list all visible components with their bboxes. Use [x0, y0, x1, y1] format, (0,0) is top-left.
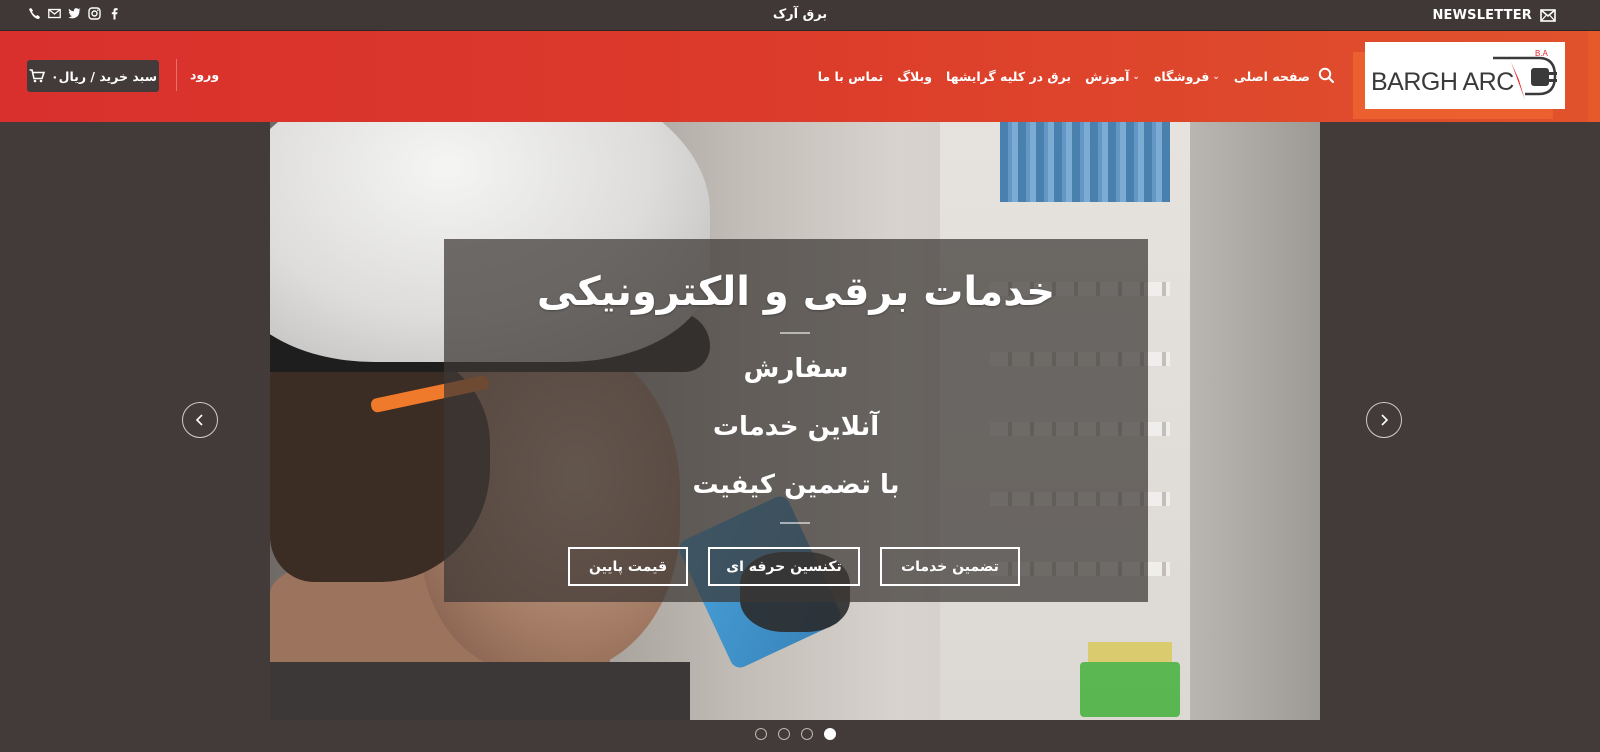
nav-label: فروشگاه: [1153, 69, 1210, 84]
slider-dot-active[interactable]: [824, 728, 836, 740]
top-bar: NEWSLETTER برق آرک: [0, 0, 1600, 31]
hero-title: خدمات برقی و الکترونیکی: [536, 269, 1056, 315]
chevron-right-icon: [1381, 414, 1389, 426]
hero-line-2: آنلاین خدمات: [712, 412, 880, 442]
nav-label: صفحه اصلی: [1233, 69, 1310, 84]
main-header: BARGH ARC B.A صفحه اصلی فروشگاه ⌄ آموزش …: [0, 31, 1600, 122]
terminal-block: [1080, 662, 1180, 717]
twitter-icon[interactable]: [68, 7, 81, 20]
facebook-icon[interactable]: [108, 7, 121, 20]
nav-blog[interactable]: وبلاگ: [897, 69, 932, 84]
hero-separator: [780, 332, 810, 334]
slider-next-button[interactable]: [1366, 402, 1402, 438]
instagram-icon[interactable]: [88, 7, 101, 20]
header-divider: [176, 59, 177, 91]
site-logo[interactable]: BARGH ARC B.A: [1365, 42, 1565, 109]
guarantee-button[interactable]: تضمین خدمات: [880, 547, 1020, 586]
nav-home[interactable]: صفحه اصلی: [1234, 69, 1310, 84]
cart-button[interactable]: سبد خرید / ریال۰: [27, 60, 159, 92]
nav-contact[interactable]: تماس با ما: [818, 69, 884, 84]
main-nav: صفحه اصلی فروشگاه ⌄ آموزش ⌄ برق در کلیه …: [818, 31, 1310, 122]
low-price-button[interactable]: قیمت پایین: [568, 547, 688, 586]
slider-dot[interactable]: [801, 728, 813, 740]
nav-education[interactable]: آموزش ⌄: [1085, 69, 1140, 84]
slider-dots: [755, 728, 836, 740]
cart-icon: [29, 69, 45, 83]
wall: [1190, 122, 1320, 720]
slider-prev-button[interactable]: [182, 402, 218, 438]
plug-logo-icon: B.A: [1493, 50, 1557, 100]
email-icon[interactable]: [48, 7, 61, 20]
header-edge: [1588, 31, 1600, 122]
newsletter-label: NEWSLETTER: [1432, 7, 1532, 23]
phone-icon[interactable]: [28, 7, 41, 20]
nav-label: آموزش: [1085, 69, 1130, 84]
newsletter-link[interactable]: NEWSLETTER: [1432, 6, 1556, 24]
login-link[interactable]: ورود: [190, 67, 219, 82]
hero-separator: [780, 522, 810, 524]
shirt: [270, 662, 690, 720]
chevron-left-icon: [195, 414, 203, 426]
logo-badge: B.A: [1535, 50, 1549, 58]
nav-all-fields[interactable]: برق در کلیه گرایشها: [946, 69, 1071, 84]
envelope-icon: [1540, 8, 1556, 22]
nav-label: وبلاگ: [897, 69, 933, 84]
chevron-down-icon: ⌄: [1212, 71, 1220, 82]
hero-line-3: با تضمین کیفیت: [692, 470, 900, 500]
chevron-down-icon: ⌄: [1132, 71, 1140, 82]
nav-shop[interactable]: فروشگاه ⌄: [1154, 69, 1220, 84]
search-icon[interactable]: [1318, 67, 1334, 83]
hero-buttons: تضمین خدمات تکنسین حرفه ای قیمت پایین: [568, 547, 1020, 586]
slider-dot[interactable]: [778, 728, 790, 740]
cart-label: سبد خرید / ریال۰: [50, 68, 157, 84]
site-name[interactable]: برق آرک: [750, 7, 850, 22]
wires: [1000, 122, 1170, 202]
nav-label: تماس با ما: [817, 69, 884, 84]
slider-dot[interactable]: [755, 728, 767, 740]
technician-button[interactable]: تکنسین حرفه ای: [708, 547, 860, 586]
social-links: [28, 7, 121, 20]
terminal-block: [1088, 642, 1172, 662]
hero-line-1: سفارش: [743, 354, 849, 384]
nav-label: برق در کلیه گرایشها: [946, 69, 1072, 84]
